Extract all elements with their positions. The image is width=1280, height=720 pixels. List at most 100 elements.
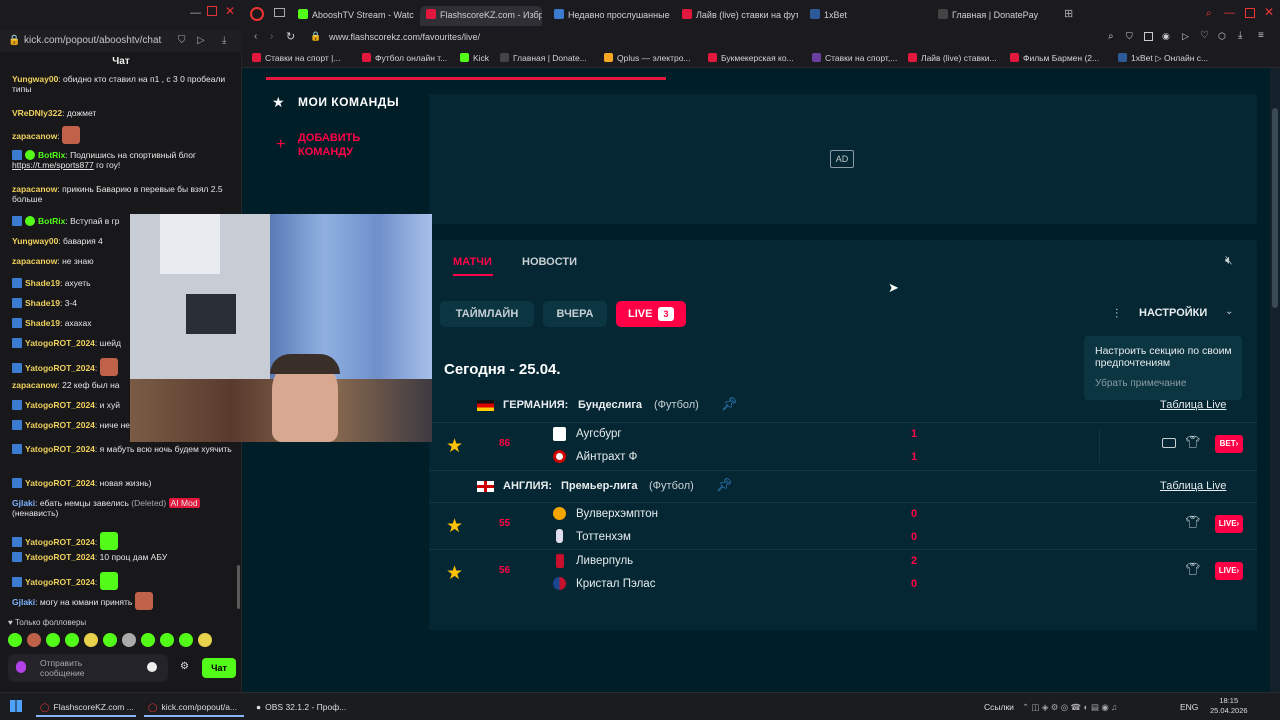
bookmark-item[interactable]: Qplus — электро... bbox=[604, 51, 691, 65]
chat-username[interactable]: zapacanow bbox=[12, 256, 57, 266]
chat-username[interactable]: zapacanow bbox=[12, 184, 57, 194]
filter-live[interactable]: LIVE 3 bbox=[616, 301, 686, 327]
extensions-icon[interactable]: ⬡ bbox=[1218, 31, 1226, 42]
jersey-icon[interactable]: 👕︎ bbox=[1185, 562, 1200, 576]
snapshot-icon[interactable] bbox=[1144, 32, 1153, 41]
live-button[interactable]: LIVE› bbox=[1215, 515, 1243, 533]
chat-username[interactable]: Yungway00 bbox=[12, 236, 58, 246]
bookmark-item[interactable]: Фильм Бармен (2... bbox=[1010, 51, 1099, 65]
bookmark-item[interactable]: Букмекерская ко... bbox=[708, 51, 794, 65]
settings-sliders-icon[interactable]: ⫶ bbox=[1115, 306, 1118, 322]
zoom-icon[interactable]: ⌕ bbox=[1108, 31, 1114, 42]
emote-icon[interactable] bbox=[84, 633, 98, 647]
close-icon[interactable]: ✕ bbox=[225, 4, 235, 18]
tab-4[interactable]: Лайв (live) ставки на фут bbox=[676, 6, 798, 26]
table-live-link[interactable]: Таблица Live bbox=[1160, 480, 1226, 492]
emote-icon[interactable] bbox=[122, 633, 136, 647]
new-tab-icon[interactable]: ⊞ bbox=[1064, 7, 1073, 20]
chat-username[interactable]: BotRix bbox=[38, 216, 65, 226]
pin-icon[interactable]: 📌︎ bbox=[716, 477, 733, 493]
emote-icon[interactable] bbox=[103, 633, 117, 647]
league-name[interactable]: Бундеслига bbox=[578, 399, 642, 411]
send-icon[interactable]: ▷ bbox=[197, 30, 205, 52]
chat-username[interactable]: YatogoROT_2024 bbox=[25, 552, 95, 562]
chat-username[interactable]: BotRix bbox=[38, 150, 65, 160]
taskbar-item-flashscore[interactable]: ◯ FlashscoreKZ.com ... bbox=[36, 697, 136, 717]
settings-button[interactable]: НАСТРОЙКИ bbox=[1139, 307, 1207, 319]
page-scrollbar[interactable] bbox=[1270, 68, 1280, 692]
send-chat-button[interactable]: Чат bbox=[202, 658, 236, 678]
download-icon[interactable]: ⤓ bbox=[1238, 30, 1242, 41]
match-row[interactable]: ★ 56 Ливерпуль Кристал Пэлас 2 0 👕︎ LIVE… bbox=[429, 549, 1257, 595]
favorite-star-icon[interactable]: ★ bbox=[446, 435, 463, 458]
menu-icon[interactable]: ≡ bbox=[1258, 30, 1264, 41]
tab-2[interactable]: FlashscoreKZ.com - Избр bbox=[420, 6, 542, 26]
table-live-link[interactable]: Таблица Live bbox=[1160, 399, 1226, 411]
send-icon[interactable]: ▷ bbox=[1182, 31, 1189, 42]
bet-button[interactable]: BET› bbox=[1215, 435, 1243, 453]
chat-username[interactable]: zapacanow bbox=[12, 380, 57, 390]
chat-username[interactable]: YatogoROT_2024 bbox=[25, 537, 95, 547]
chat-username[interactable]: Gjlaki bbox=[12, 597, 35, 607]
tab-3[interactable]: Недавно прослушанные bbox=[548, 6, 670, 26]
clock[interactable]: 18:15 25.04.2026 bbox=[1210, 696, 1248, 716]
emote-icon[interactable] bbox=[65, 633, 79, 647]
bookmark-item[interactable]: Футбол онлайн т... bbox=[362, 51, 447, 65]
emoji-icon[interactable] bbox=[147, 662, 157, 672]
emote-icon[interactable] bbox=[160, 633, 174, 647]
filter-timeline[interactable]: ТАЙМЛАЙН bbox=[440, 301, 534, 327]
chat-username[interactable]: YatogoROT_2024 bbox=[25, 478, 95, 488]
bookmark-item[interactable]: Kick bbox=[460, 51, 489, 65]
settings-gear-icon[interactable]: ⚙ bbox=[180, 661, 189, 672]
add-team-link[interactable]: ДОБАВИТЬ КОМАНДУ bbox=[298, 131, 378, 159]
chat-username[interactable]: VReDNIy322 bbox=[12, 108, 62, 118]
ad-banner[interactable]: AD bbox=[429, 94, 1257, 224]
minimize-icon[interactable]: — bbox=[1224, 7, 1235, 19]
tv-icon[interactable] bbox=[1162, 438, 1176, 448]
emote-icon[interactable] bbox=[198, 633, 212, 647]
match-row[interactable]: ★ 86 Аугсбург Айнтрахт Ф 1 1 👕︎ BET› bbox=[429, 422, 1257, 468]
chat-link[interactable]: https://t.me/sports877 bbox=[12, 160, 94, 170]
heart-icon[interactable]: ♡ bbox=[1200, 30, 1209, 41]
bookmark-item[interactable]: Главная | Donate... bbox=[500, 51, 587, 65]
maximize-icon[interactable] bbox=[1245, 8, 1255, 18]
emote-icon[interactable] bbox=[27, 633, 41, 647]
chat-username[interactable]: Shade19 bbox=[25, 318, 60, 328]
shield-icon[interactable]: ⛉ bbox=[1126, 31, 1133, 42]
close-icon[interactable]: ✕ bbox=[1264, 5, 1274, 19]
back-icon[interactable]: ‹ bbox=[254, 31, 257, 42]
reload-icon[interactable]: ↻ bbox=[286, 30, 295, 43]
chat-username[interactable]: Yungway00 bbox=[12, 74, 58, 84]
chat-username[interactable]: YatogoROT_2024 bbox=[25, 444, 95, 454]
tab-1[interactable]: AbooshTV Stream - Watch bbox=[292, 6, 414, 26]
tab-news[interactable]: НОВОСТИ bbox=[522, 256, 577, 268]
jersey-icon[interactable]: 👕︎ bbox=[1185, 515, 1200, 529]
windows-start-icon[interactable] bbox=[10, 700, 22, 712]
shield-icon[interactable]: ⛉ bbox=[178, 30, 186, 52]
minimize-icon[interactable]: — bbox=[190, 7, 201, 19]
league-name[interactable]: Премьер-лига bbox=[561, 480, 637, 492]
emote-icon[interactable] bbox=[179, 633, 193, 647]
chat-input[interactable]: Отправить сообщение bbox=[8, 654, 168, 682]
bookmark-item[interactable]: 1xBet ▷ Онлайн с... bbox=[1118, 51, 1208, 65]
chat-username[interactable]: zapacanow bbox=[12, 131, 57, 141]
opera-logo-icon[interactable] bbox=[250, 7, 264, 21]
bookmark-item[interactable]: Лайв (live) ставки... bbox=[908, 51, 997, 65]
chat-username[interactable]: Shade19 bbox=[25, 298, 60, 308]
live-button[interactable]: LIVE› bbox=[1215, 562, 1243, 580]
favorite-star-icon[interactable]: ★ bbox=[446, 562, 463, 585]
tab-6[interactable]: Главная | DonatePay bbox=[932, 6, 1054, 26]
forward-icon[interactable]: › bbox=[270, 31, 273, 42]
favorite-star-icon[interactable]: ★ bbox=[446, 515, 463, 538]
emote-icon[interactable] bbox=[8, 633, 22, 647]
chat-username[interactable]: Gjlaki bbox=[12, 498, 35, 508]
chat-username[interactable]: YatogoROT_2024 bbox=[25, 363, 95, 373]
plus-icon[interactable]: + bbox=[276, 136, 285, 154]
mic-icon[interactable] bbox=[16, 661, 26, 673]
download-icon[interactable]: ⤓ bbox=[222, 30, 226, 52]
chat-username[interactable]: YatogoROT_2024 bbox=[25, 400, 95, 410]
tab-matches[interactable]: МАТЧИ bbox=[453, 256, 492, 268]
taskbar-item-kick[interactable]: ◯ kick.com/popout/a... bbox=[144, 697, 244, 717]
match-row[interactable]: ★ 55 Вулверхэмптон Тоттенхэм 0 0 👕︎ LIVE… bbox=[429, 502, 1257, 548]
maximize-icon[interactable] bbox=[207, 6, 217, 16]
